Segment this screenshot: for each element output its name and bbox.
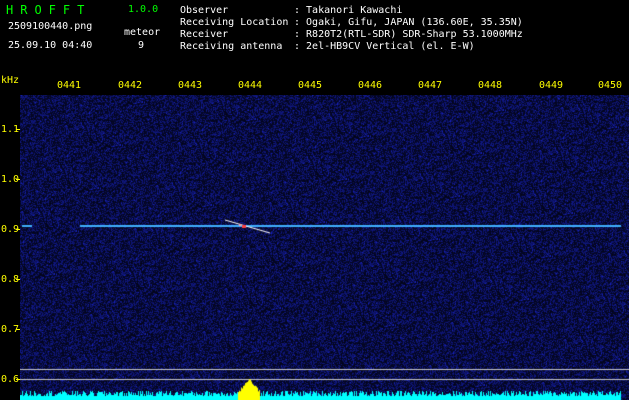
spectrogram-canvas	[20, 95, 629, 400]
hrofft-window: HROFFT 1.0.0 2509100440.png meteor 25.09…	[0, 0, 629, 400]
